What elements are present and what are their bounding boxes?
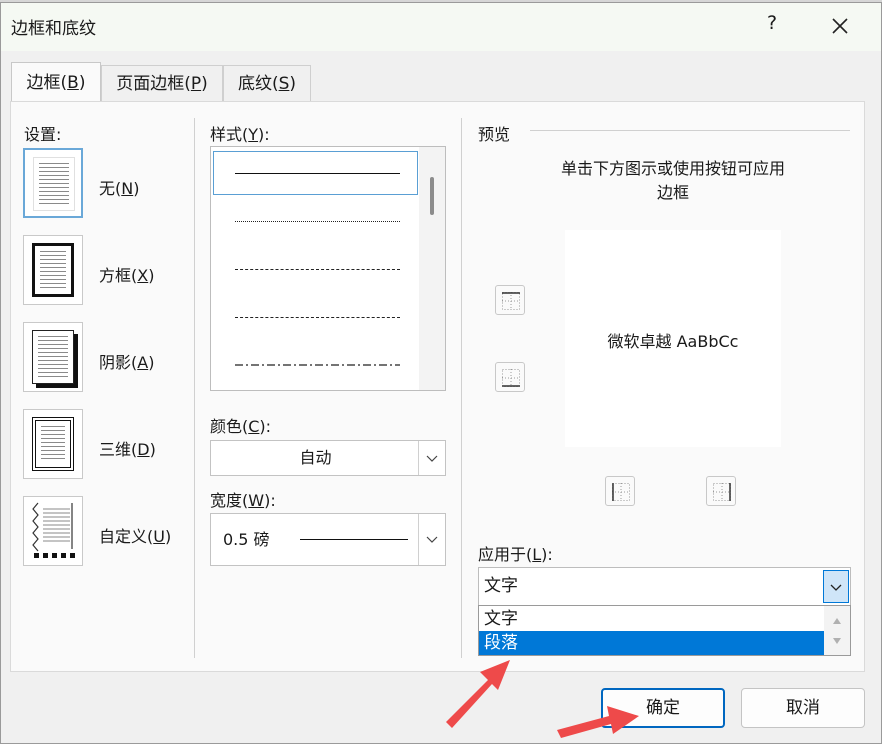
tab-shading-key: S	[278, 74, 290, 94]
annotation-arrow-2	[557, 706, 639, 738]
preview-area[interactable]: 微软卓越 AaBbCc	[565, 230, 781, 447]
close-icon	[832, 18, 848, 34]
chevron-down-icon	[830, 584, 842, 591]
tab-shading-end: )	[289, 74, 297, 94]
setting-box-thumb[interactable]	[23, 235, 83, 305]
line-style-scrollbar[interactable]	[419, 147, 445, 390]
color-heading: 颜色(C):	[210, 417, 272, 436]
tab-page-border-key: P	[190, 74, 202, 94]
width-heading: 宽度(W):	[210, 491, 276, 510]
setting-none-thumb[interactable]	[23, 148, 83, 218]
column-divider	[194, 118, 195, 658]
border-bottom-icon	[502, 369, 520, 387]
line-style-dashed-fine[interactable]	[235, 269, 400, 270]
border-right-icon	[713, 483, 731, 501]
color-value: 自动	[299, 448, 332, 467]
dropdown-scrollbar[interactable]	[824, 606, 850, 655]
bottom-border-button[interactable]	[495, 362, 525, 392]
apply-to-select[interactable]: 文字	[478, 567, 851, 606]
tab-borders-label: 边框(	[26, 73, 68, 93]
tab-page-border[interactable]: 页面边框(P)	[101, 65, 223, 101]
top-border-button[interactable]	[495, 285, 525, 315]
setting-shadow-label[interactable]: 阴影(A)	[99, 349, 154, 373]
instruction-line-1: 单击下方图示或使用按钮可应用	[560, 159, 785, 178]
width-dropdown-button[interactable]	[418, 514, 445, 565]
chevron-down-icon	[426, 536, 438, 543]
chevron-down-icon	[426, 455, 438, 462]
tab-borders[interactable]: 边框(B)	[11, 62, 101, 103]
right-border-button[interactable]	[706, 476, 736, 506]
preview-sample-text: 微软卓越 AaBbCc	[607, 332, 739, 351]
setting-3d-thumb[interactable]	[23, 409, 83, 479]
tab-borders-key: B	[67, 73, 79, 93]
style-heading: 样式(Y):	[210, 125, 270, 144]
border-left-icon	[612, 483, 630, 501]
preview-heading: 预览	[478, 125, 511, 144]
left-border-button[interactable]	[605, 476, 635, 506]
color-select[interactable]: 自动	[210, 440, 446, 476]
cancel-button[interactable]: 取消	[741, 688, 865, 728]
preview-rule	[530, 130, 850, 131]
tab-page-border-label: 页面边框(	[116, 74, 191, 94]
help-button[interactable]: ?	[760, 12, 784, 36]
tab-shading[interactable]: 底纹(S)	[223, 65, 311, 101]
setting-box-label[interactable]: 方框(X)	[99, 262, 154, 286]
apply-to-value: 文字	[484, 576, 518, 596]
apply-to-dropdown-list[interactable]: 文字 段落	[478, 605, 851, 656]
setting-custom-thumb[interactable]	[23, 496, 83, 566]
setting-shadow-thumb[interactable]	[23, 322, 83, 392]
scroll-thumb[interactable]	[430, 177, 434, 215]
tab-borders-end: )	[78, 73, 86, 93]
apply-to-dropdown-button[interactable]	[823, 570, 849, 603]
setting-custom-label[interactable]: 自定义(U)	[99, 523, 171, 547]
annotation-arrow-1	[446, 660, 510, 728]
line-style-dashed[interactable]	[235, 317, 400, 318]
apply-to-heading: 应用于(L):	[478, 545, 553, 564]
tab-shading-label: 底纹(	[237, 74, 279, 94]
instruction-line-2: 边框	[656, 183, 689, 202]
preview-instruction: 单击下方图示或使用按钮可应用 边框	[520, 157, 826, 205]
option-text[interactable]: 文字	[479, 607, 825, 631]
setting-3d-label[interactable]: 三维(D)	[99, 436, 156, 460]
width-sample-line	[300, 539, 408, 540]
dialog-title: 边框和底纹	[11, 19, 96, 39]
close-button[interactable]	[826, 12, 854, 40]
border-top-icon	[502, 292, 520, 310]
settings-heading: 设置:	[24, 125, 62, 144]
line-style-dotted[interactable]	[235, 221, 400, 222]
column-divider-2	[461, 118, 462, 658]
scroll-arrows-icon	[833, 618, 841, 644]
width-value: 0.5 磅	[223, 530, 270, 549]
option-paragraph[interactable]: 段落	[479, 631, 825, 655]
tab-page-border-end: )	[201, 74, 208, 94]
width-select[interactable]: 0.5 磅	[210, 513, 446, 566]
title-bar	[1, 3, 881, 51]
color-dropdown-button[interactable]	[418, 441, 445, 475]
line-style-list[interactable]	[210, 146, 446, 391]
setting-none-label[interactable]: 无(N)	[99, 175, 139, 199]
custom-border-icon	[32, 502, 75, 558]
line-style-solid[interactable]	[235, 173, 400, 174]
